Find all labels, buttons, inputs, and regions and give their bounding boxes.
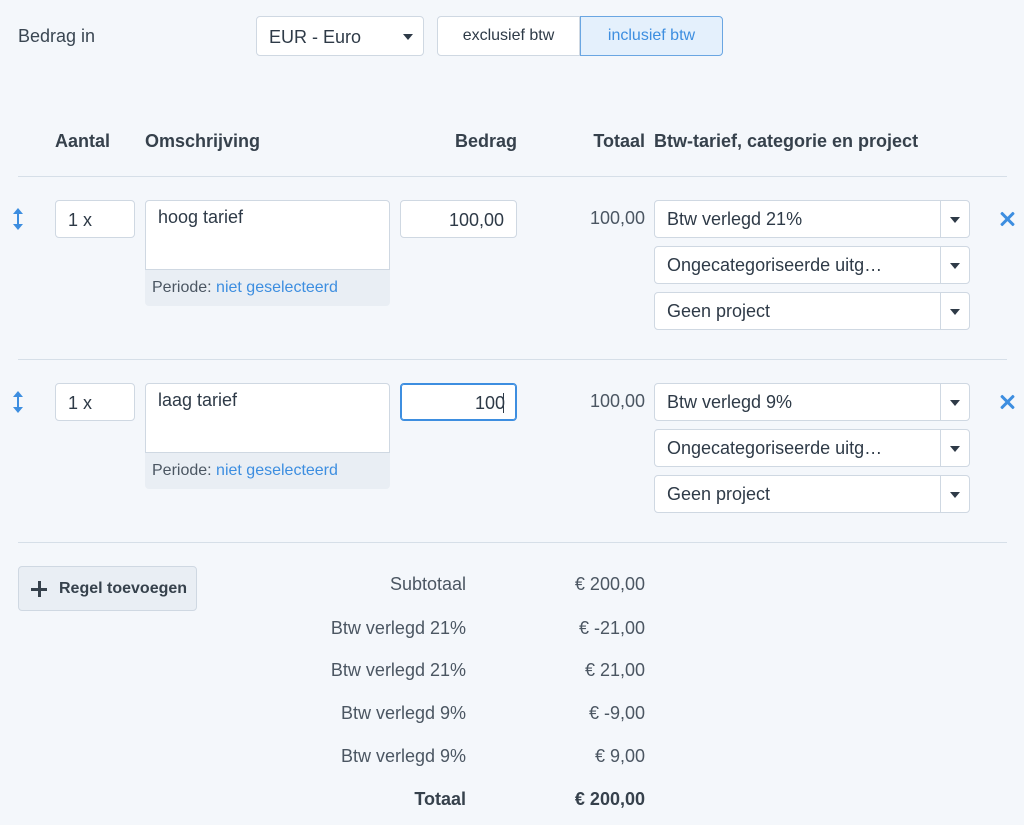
chevron-down-icon — [950, 217, 960, 223]
vat-mode-toggle: exclusief btw inclusief btw — [437, 16, 723, 56]
summary-value: € -9,00 — [588, 703, 645, 723]
amount-input[interactable]: 100,00 — [400, 200, 517, 238]
description-input[interactable]: laag tarief — [145, 383, 390, 453]
summary-label: Btw verlegd 21% — [330, 660, 466, 680]
summary-value: € 9,00 — [594, 746, 645, 766]
add-line-label: Regel toevoegen — [59, 579, 188, 597]
column-header-bedrag: Bedrag — [454, 131, 517, 151]
description-input[interactable]: hoog tarief — [145, 200, 390, 270]
periode-info: Periode: niet geselecteerd — [145, 270, 390, 306]
periode-link[interactable]: niet geselecteerd — [216, 462, 338, 479]
summary-value: € -21,00 — [578, 618, 645, 638]
chevron-down-icon — [950, 309, 960, 315]
drag-handle-icon[interactable] — [11, 391, 25, 413]
vat-rate-select[interactable]: Btw verlegd 21% — [654, 200, 970, 238]
chevron-down-icon — [950, 263, 960, 269]
divider — [18, 359, 1007, 360]
project-value: Geen project — [667, 484, 771, 504]
plus-icon — [31, 580, 47, 597]
amount-input[interactable]: 100 — [400, 383, 517, 421]
quantity-input[interactable]: 1 x — [55, 200, 135, 238]
periode-link[interactable]: niet geselecteerd — [216, 279, 338, 296]
currency-select-value: EUR - Euro — [269, 27, 362, 47]
summary-label: Btw verlegd 21% — [330, 618, 466, 638]
chevron-down-icon — [950, 446, 960, 452]
exclusive-vat-button[interactable]: exclusief btw — [437, 16, 580, 56]
inclusive-vat-button[interactable]: inclusief btw — [580, 16, 723, 56]
divider — [18, 542, 1007, 543]
vat-rate-select[interactable]: Btw verlegd 9% — [654, 383, 970, 421]
bedrag-in-label: Bedrag in — [18, 26, 96, 46]
column-header-aantal: Aantal — [55, 131, 111, 151]
column-header-btw: Btw-tarief, categorie en project — [654, 131, 919, 151]
project-value: Geen project — [667, 301, 771, 321]
vat-rate-value: Btw verlegd 9% — [667, 392, 793, 412]
total-value: € 200,00 — [574, 789, 645, 809]
category-select[interactable]: Ongecategoriseerde uitg… — [654, 246, 970, 284]
summary-label: Subtotaal — [389, 574, 466, 594]
periode-label: Periode: — [152, 462, 212, 479]
summary-label: Btw verlegd 9% — [340, 703, 466, 723]
periode-label: Periode: — [152, 279, 212, 296]
chevron-down-icon — [403, 34, 413, 40]
project-select[interactable]: Geen project — [654, 292, 970, 330]
vat-rate-value: Btw verlegd 21% — [667, 209, 803, 229]
row-total: 100,00 — [589, 208, 645, 228]
drag-handle-icon[interactable] — [11, 208, 25, 230]
divider — [18, 176, 1007, 177]
summary-value: € 200,00 — [574, 574, 645, 594]
chevron-down-icon — [950, 492, 960, 498]
chevron-down-icon — [950, 400, 960, 406]
project-select[interactable]: Geen project — [654, 475, 970, 513]
row-total: 100,00 — [589, 391, 645, 411]
column-header-omschrijving: Omschrijving — [145, 131, 261, 151]
currency-select[interactable]: EUR - Euro — [256, 16, 424, 56]
add-line-button[interactable]: Regel toevoegen — [18, 566, 197, 611]
summary-value: € 21,00 — [584, 660, 645, 680]
summary-label: Btw verlegd 9% — [340, 746, 466, 766]
periode-info: Periode: niet geselecteerd — [145, 453, 390, 489]
column-header-totaal: Totaal — [593, 131, 645, 151]
amount-value: 100 — [474, 393, 505, 413]
category-select[interactable]: Ongecategoriseerde uitg… — [654, 429, 970, 467]
delete-row-icon[interactable] — [999, 394, 1015, 410]
total-label: Totaal — [414, 789, 466, 809]
delete-row-icon[interactable] — [999, 211, 1015, 227]
quantity-input[interactable]: 1 x — [55, 383, 135, 421]
category-value: Ongecategoriseerde uitg… — [667, 438, 883, 458]
category-value: Ongecategoriseerde uitg… — [667, 255, 883, 275]
text-cursor — [503, 393, 504, 413]
